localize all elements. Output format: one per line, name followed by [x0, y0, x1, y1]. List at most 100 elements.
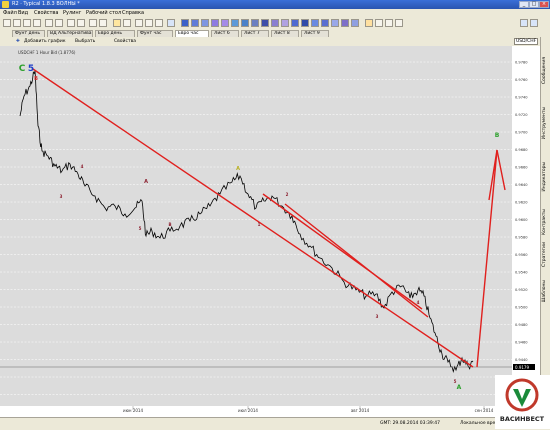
hline-tool-icon[interactable] [145, 19, 153, 27]
price-tick-label: 0.9500 [515, 306, 528, 310]
wave-label: 4 [81, 164, 84, 169]
price-axis-labels: 0.9780 0.9760 0.9740 0.9720 0.9700 0.9680 0.96… [515, 61, 528, 415]
tab-1[interactable]: ВД Альтернатива [47, 30, 93, 37]
bars-icon[interactable] [99, 19, 107, 27]
menu-file[interactable]: Файл [3, 10, 17, 16]
palette-blue-icon[interactable] [181, 19, 189, 27]
price-tick-label: 0.9580 [515, 236, 528, 240]
palette-lilac2-icon[interactable] [281, 19, 289, 27]
price-tick-label: 0.9560 [515, 253, 528, 257]
price-tick-label: 0.9440 [515, 358, 528, 362]
menu-properties[interactable]: Свойства [34, 10, 58, 16]
vasinvest-logo: ВАСИНВЕСТ [495, 375, 550, 429]
time-tick-label: июл 2014 [238, 408, 258, 413]
palette-royal-icon[interactable] [291, 19, 299, 27]
wave-label: B [34, 76, 38, 82]
settings-icon[interactable] [365, 19, 373, 27]
crosshair-icon[interactable] [123, 19, 131, 27]
palette-lilac-icon[interactable] [271, 19, 279, 27]
palette-violet2-icon[interactable] [221, 19, 229, 27]
side-tab-strategies[interactable]: Стратегии [542, 242, 550, 267]
close-button[interactable]: × [539, 1, 549, 8]
add-chart-button[interactable]: Добавить график [24, 39, 66, 44]
price-axis [512, 46, 540, 406]
maximize-button[interactable]: □ [529, 1, 539, 8]
cursor-icon[interactable] [113, 19, 121, 27]
new-icon[interactable] [3, 19, 11, 27]
palette-lavender-icon[interactable] [351, 19, 359, 27]
wave-label: 1 [258, 222, 261, 227]
palette-indigo-icon[interactable] [321, 19, 329, 27]
tab-7[interactable]: Лист 8 [271, 30, 299, 37]
instrument-select[interactable]: USD/CHF [514, 38, 539, 45]
tab-0[interactable]: Фунт день [12, 30, 45, 37]
gmt-time: GMT: 29.08.2014 03:39:47 [380, 421, 440, 426]
zoom-in-icon[interactable] [67, 19, 75, 27]
print-icon[interactable] [33, 19, 41, 27]
time-tick-label: авг 2014 [351, 408, 370, 413]
status-bar: GMT: 29.08.2014 03:39:47 Локальное время… [0, 417, 550, 430]
palette-sky2-icon[interactable] [241, 19, 249, 27]
wave-label: B [168, 222, 171, 227]
palette-sky-icon[interactable] [231, 19, 239, 27]
wave-label: A [144, 179, 148, 185]
window-icon[interactable] [375, 19, 383, 27]
side-tab-instruments[interactable]: Инструменты [542, 107, 550, 139]
window-title: R2 · Typical 1.8.3 ВОЛНЫ * [12, 1, 80, 7]
price-tick-label: 0.9480 [515, 323, 528, 327]
price-tick-label: 0.9700 [515, 131, 528, 135]
menu-view[interactable]: Вид [18, 10, 28, 16]
tab-4[interactable]: Евро час [175, 30, 209, 37]
tab-2[interactable]: Евро день [95, 30, 135, 37]
fibo-tool-icon[interactable] [155, 19, 163, 27]
palette-navy-icon[interactable] [261, 19, 269, 27]
price-tick-label: 0.9540 [515, 271, 528, 275]
tab-3[interactable]: Фунт час [137, 30, 173, 37]
minimize-button[interactable]: _ [519, 1, 529, 8]
properties-button[interactable]: Свойства [114, 39, 136, 44]
side-tab-messages[interactable]: Сообщения [542, 57, 550, 84]
price-tick-label: 0.9620 [515, 201, 528, 205]
palette-cornflower-icon[interactable] [311, 19, 319, 27]
wave-label: 2 [286, 192, 289, 197]
grid-icon[interactable] [167, 19, 175, 27]
side-tab-contracts[interactable]: Контракты [542, 209, 550, 235]
cut-icon[interactable] [45, 19, 53, 27]
open-icon[interactable] [13, 19, 21, 27]
palette-blue3-icon[interactable] [201, 19, 209, 27]
palette-purple-icon[interactable] [341, 19, 349, 27]
price-tick-label: 0.9740 [515, 96, 528, 100]
select-button[interactable]: Выбрать [75, 39, 95, 44]
side-panel: Сообщения Инструменты Индикаторы Контрак… [540, 37, 550, 417]
palette-periwinkle-icon[interactable] [331, 19, 339, 27]
palette-steel-icon[interactable] [251, 19, 259, 27]
menu-ruling[interactable]: Рулинг [63, 10, 81, 16]
tab-6[interactable]: Лист 7 [241, 30, 269, 37]
tab-5[interactable]: Лист 6 [211, 30, 239, 37]
price-tick-label: 0.9680 [515, 148, 528, 152]
connect-icon[interactable] [520, 19, 528, 27]
chart-type-icon[interactable] [89, 19, 97, 27]
price-tick-label: 0.9460 [515, 341, 528, 345]
menu-help[interactable]: Справка [122, 10, 144, 16]
price-chart[interactable]: 0.9780 0.9760 0.9740 0.9720 0.9700 0.9680 0.96… [0, 46, 540, 417]
undo-icon[interactable] [55, 19, 63, 27]
line-tool-icon[interactable] [135, 19, 143, 27]
title-bar: R2 · Typical 1.8.3 ВОЛНЫ * _ □ × [0, 0, 550, 9]
palette-violet-icon[interactable] [211, 19, 219, 27]
lock-icon[interactable] [530, 19, 538, 27]
palette-royal2-icon[interactable] [301, 19, 309, 27]
zoom-out-icon[interactable] [77, 19, 85, 27]
side-tab-templates[interactable]: Шаблоны [542, 280, 550, 302]
refresh-icon[interactable] [395, 19, 403, 27]
side-tab-indicators[interactable]: Индикаторы [542, 162, 550, 192]
app-icon [2, 1, 9, 8]
price-tick-label: 0.9720 [515, 113, 528, 117]
add-chart-icon[interactable]: ✚ [16, 39, 20, 44]
layout-icon[interactable] [385, 19, 393, 27]
save-icon[interactable] [23, 19, 31, 27]
tab-8[interactable]: Лист 9 [301, 30, 329, 37]
menu-workspace[interactable]: Рабочий стол [86, 10, 121, 16]
plot-area [0, 46, 512, 406]
palette-blue2-icon[interactable] [191, 19, 199, 27]
